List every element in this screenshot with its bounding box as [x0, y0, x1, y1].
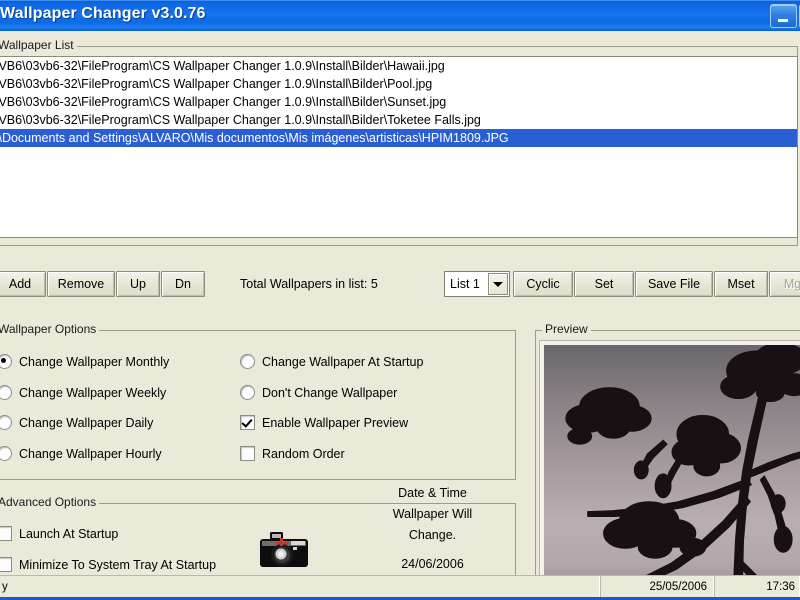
set-button[interactable]: Set [574, 271, 634, 297]
checkbox-launch-at-startup[interactable]: Launch At Startup [0, 526, 118, 541]
checkbox-icon [240, 415, 255, 430]
schedule-date: 24/06/2006 [355, 554, 510, 575]
preview-legend: Preview [542, 322, 591, 336]
checkbox-random-order[interactable]: Random Order [240, 446, 345, 461]
remove-button[interactable]: Remove [47, 271, 115, 297]
spacer [355, 546, 510, 554]
schedule-line-1: Date & Time [355, 483, 510, 504]
option-label: Random Order [262, 447, 345, 461]
mset-button[interactable]: Mset [714, 271, 768, 297]
preview-image[interactable] [544, 345, 800, 583]
window-controls [770, 4, 800, 28]
checkbox-icon [240, 446, 255, 461]
up-button[interactable]: Up [116, 271, 160, 297]
advanced-options-legend: Advanced Options [0, 495, 99, 509]
form-body: Wallpaper List \VB6\03vb6-32\FileProgram… [0, 31, 800, 600]
window-title: Wallpaper Changer v3.0.76 [0, 5, 206, 23]
option-label: Don't Change Wallpaper [262, 386, 397, 400]
wallpaper-list-legend: Wallpaper List [0, 38, 77, 52]
list-item[interactable]: \VB6\03vb6-32\FileProgram\CS Wallpaper C… [0, 111, 797, 129]
application-window: Wallpaper Changer v3.0.76 Wallpaper List… [0, 0, 800, 600]
radio-icon [0, 415, 12, 430]
radio-icon [0, 354, 12, 369]
status-time: 17:36 [714, 576, 800, 598]
wallpaper-options-legend: Wallpaper Options [0, 322, 99, 336]
list-item[interactable]: \VB6\03vb6-32\FileProgram\CS Wallpaper C… [0, 75, 797, 93]
dn-button[interactable]: Dn [161, 271, 205, 297]
list-item[interactable]: :\Documents and Settings\ALVARO\Mis docu… [0, 129, 797, 147]
option-label: Minimize To System Tray At Startup [19, 558, 216, 572]
option-label: Launch At Startup [19, 527, 118, 541]
option-label: Change Wallpaper Hourly [19, 447, 162, 461]
preview-group: Preview [535, 330, 800, 593]
checkbox-icon [0, 526, 12, 541]
chevron-down-icon[interactable] [488, 273, 508, 295]
add-button[interactable]: Add [0, 271, 46, 297]
wallpaper-listbox[interactable]: \VB6\03vb6-32\FileProgram\CS Wallpaper C… [0, 56, 798, 238]
preview-frame [539, 340, 800, 588]
radio-dont-change[interactable]: Don't Change Wallpaper [240, 385, 397, 400]
radio-icon [0, 385, 12, 400]
mge-button: Mge [769, 271, 800, 297]
checkbox-enable-preview[interactable]: Enable Wallpaper Preview [240, 415, 408, 430]
radio-change-at-startup[interactable]: Change Wallpaper At Startup [240, 354, 423, 369]
cyclic-button[interactable]: Cyclic [513, 271, 573, 297]
option-label: Change Wallpaper Daily [19, 416, 153, 430]
checkbox-icon [0, 557, 12, 572]
radio-change-weekly[interactable]: Change Wallpaper Weekly [0, 385, 166, 400]
status-date: 25/05/2006 [600, 576, 714, 598]
option-label: Change Wallpaper Monthly [19, 355, 169, 369]
radio-change-hourly[interactable]: Change Wallpaper Hourly [0, 446, 162, 461]
list-selector-value: List 1 [445, 277, 488, 291]
list-item[interactable]: \VB6\03vb6-32\FileProgram\CS Wallpaper C… [0, 93, 797, 111]
radio-change-monthly[interactable]: Change Wallpaper Monthly [0, 354, 169, 369]
radio-icon [240, 385, 255, 400]
checkbox-minimize-to-tray[interactable]: Minimize To System Tray At Startup [0, 557, 216, 572]
status-message: y [0, 576, 600, 598]
radio-icon [240, 354, 255, 369]
schedule-line-2: Wallpaper Will [355, 504, 510, 525]
option-label: Change Wallpaper At Startup [262, 355, 423, 369]
camera-icon [258, 529, 310, 571]
radio-icon [0, 446, 12, 461]
option-label: Enable Wallpaper Preview [262, 416, 408, 430]
status-bar: y 25/05/2006 17:36 [0, 575, 800, 598]
list-selector-dropdown[interactable]: List 1 [444, 271, 510, 297]
list-item[interactable]: \VB6\03vb6-32\FileProgram\CS Wallpaper C… [0, 57, 797, 75]
save-file-button[interactable]: Save File [635, 271, 713, 297]
schedule-line-3: Change. [355, 525, 510, 546]
minimize-button[interactable] [770, 4, 797, 28]
group-border-top [0, 46, 797, 47]
option-label: Change Wallpaper Weekly [19, 386, 166, 400]
radio-change-daily[interactable]: Change Wallpaper Daily [0, 415, 153, 430]
minimize-icon [778, 19, 788, 22]
wallpaper-list-group: Wallpaper List \VB6\03vb6-32\FileProgram… [0, 46, 798, 246]
title-bar: Wallpaper Changer v3.0.76 [0, 0, 800, 31]
total-wallpapers-label: Total Wallpapers in list: 5 [240, 277, 378, 291]
